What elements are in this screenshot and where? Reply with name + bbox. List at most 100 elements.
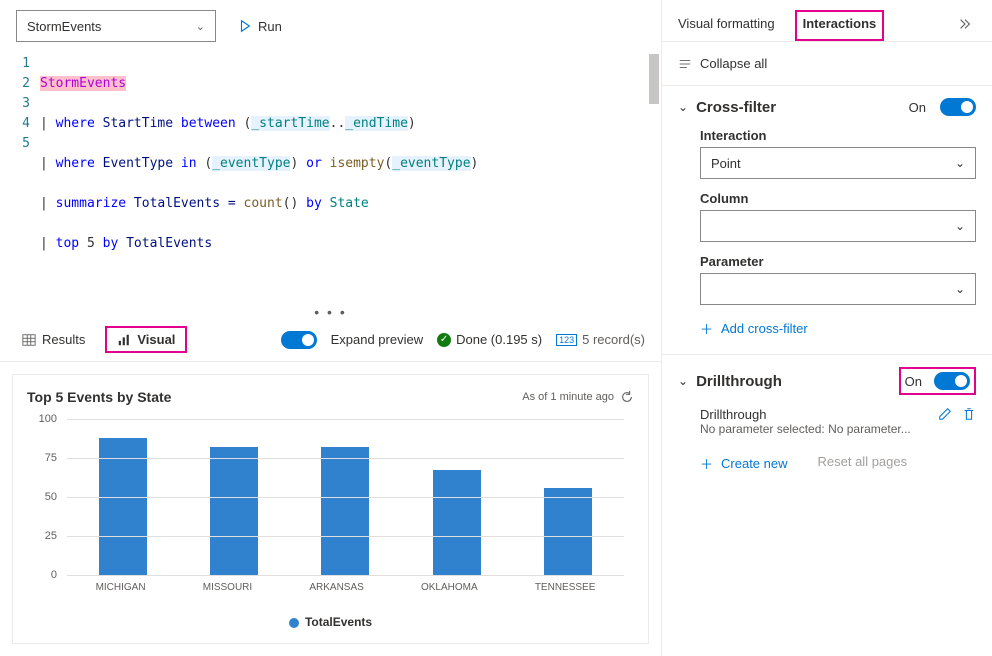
collapse-icon <box>678 57 692 71</box>
field-label: Interaction <box>700 128 976 143</box>
toggle-label: On <box>905 374 922 389</box>
column-select[interactable]: ⌄ <box>700 210 976 242</box>
token: 5 <box>79 236 102 251</box>
plus-icon: ＋ <box>700 454 713 473</box>
status: ✓ Done (0.195 s) <box>437 332 542 347</box>
collapse-all-button[interactable]: Collapse all <box>662 42 992 85</box>
query-editor[interactable]: 1 2 3 4 5 StormEvents | where StartTime … <box>0 52 661 304</box>
token: by <box>103 236 119 251</box>
bar[interactable] <box>544 488 592 575</box>
token: State <box>322 196 369 211</box>
play-icon <box>238 19 252 33</box>
token: between <box>181 116 236 131</box>
chart-timestamp: As of 1 minute ago <box>522 390 634 404</box>
chevron-down-icon: ⌄ <box>196 20 205 33</box>
more-button[interactable] <box>952 11 978 40</box>
token: where <box>56 156 95 171</box>
chevron-down-icon[interactable]: ⌄ <box>678 374 688 388</box>
token: top <box>56 236 79 251</box>
line-number: 2 <box>0 74 30 94</box>
create-new-button[interactable]: ＋ Create new <box>700 454 788 473</box>
field-label: Parameter <box>700 254 976 269</box>
token <box>322 156 330 171</box>
token: _eventType <box>212 156 290 171</box>
source-dropdown[interactable]: StormEvents ⌄ <box>16 10 216 42</box>
token: by <box>306 196 322 211</box>
format-panel: Visual formatting Interactions Collapse … <box>662 0 992 656</box>
chevron-down-icon: ⌄ <box>955 156 965 170</box>
token: ) <box>290 156 306 171</box>
tab-interactions[interactable]: Interactions <box>795 10 885 41</box>
drillthrough-section: ⌄ Drillthrough On Drillthrough No parame… <box>662 354 992 489</box>
drillthrough-toggle[interactable] <box>934 372 970 390</box>
add-crossfilter-button[interactable]: ＋ Add cross-filter <box>700 319 976 338</box>
token: StartTime <box>95 116 181 131</box>
run-button[interactable]: Run <box>228 13 292 40</box>
check-icon: ✓ <box>437 333 451 347</box>
token: EventType <box>95 156 181 171</box>
crossfilter-toggle[interactable] <box>940 98 976 116</box>
y-tick: 25 <box>45 530 57 542</box>
x-tick: MICHIGAN <box>96 582 146 593</box>
line-number: 3 <box>0 94 30 114</box>
bar-chart: 0255075100 MICHIGANMISSOURIARKANSASOKLAH… <box>27 413 634 611</box>
bar[interactable] <box>210 447 258 575</box>
crossfilter-section: ⌄ Cross-filter On Interaction Point ⌄ Co… <box>662 85 992 354</box>
edit-icon[interactable] <box>938 407 952 421</box>
item-subtitle: No parameter selected: No parameter... <box>700 422 938 436</box>
x-tick: MISSOURI <box>203 582 252 593</box>
refresh-icon[interactable] <box>620 390 634 404</box>
reset-pages-button[interactable]: Reset all pages <box>818 454 908 473</box>
chart-legend: TotalEvents <box>27 615 634 629</box>
y-tick: 50 <box>45 491 57 503</box>
token: count <box>244 196 283 211</box>
query-toolbar: StormEvents ⌄ Run <box>0 0 661 52</box>
token: _endTime <box>345 116 408 131</box>
token: _startTime <box>251 116 329 131</box>
tab-results[interactable]: Results <box>16 326 91 353</box>
plus-icon: ＋ <box>700 319 713 338</box>
drillthrough-toggle-highlight: On <box>899 367 976 395</box>
x-tick: ARKANSAS <box>309 582 363 593</box>
bar[interactable] <box>433 470 481 575</box>
tab-visual-formatting[interactable]: Visual formatting <box>676 10 777 41</box>
chevron-down-icon: ⌄ <box>955 282 965 296</box>
delete-icon[interactable] <box>962 407 976 421</box>
x-tick: OKLAHOMA <box>421 582 478 593</box>
main-panel: StormEvents ⌄ Run 1 2 3 4 5 StormEvents … <box>0 0 662 656</box>
record-count: 123 5 record(s) <box>556 332 645 347</box>
token: isempty <box>330 156 385 171</box>
token: or <box>306 156 322 171</box>
chart-card: Top 5 Events by State As of 1 minute ago… <box>12 374 649 644</box>
asof-text: As of 1 minute ago <box>522 391 614 403</box>
token: ( <box>197 156 213 171</box>
token: TotalEvents <box>118 236 212 251</box>
parameter-select[interactable]: ⌄ <box>700 273 976 305</box>
token: _eventType <box>392 156 470 171</box>
legend-label: TotalEvents <box>305 615 372 629</box>
code-area[interactable]: StormEvents | where StartTime between (_… <box>40 54 661 294</box>
token: summarize <box>56 196 126 211</box>
legend-swatch <box>289 618 299 628</box>
link-label: Create new <box>721 456 787 471</box>
resize-handle[interactable]: • • • <box>0 304 661 318</box>
line-number: 5 <box>0 134 30 154</box>
token: ( <box>236 116 252 131</box>
source-value: StormEvents <box>27 19 101 34</box>
chart-icon <box>117 333 131 347</box>
interaction-select[interactable]: Point ⌄ <box>700 147 976 179</box>
expand-preview-toggle[interactable] <box>281 331 317 349</box>
run-label: Run <box>258 19 282 34</box>
scrollbar[interactable] <box>649 54 659 104</box>
token: () <box>283 196 306 211</box>
toggle-label: On <box>909 100 926 115</box>
section-title: Drillthrough <box>696 373 891 390</box>
section-title: Cross-filter <box>696 99 901 116</box>
tab-visual[interactable]: Visual <box>105 326 187 353</box>
bar[interactable] <box>321 447 369 575</box>
line-number: 4 <box>0 114 30 134</box>
drillthrough-item[interactable]: Drillthrough No parameter selected: No p… <box>700 407 976 436</box>
line-gutter: 1 2 3 4 5 <box>0 54 40 294</box>
panel-tabs: Visual formatting Interactions <box>662 0 992 42</box>
chevron-down-icon[interactable]: ⌄ <box>678 100 688 114</box>
